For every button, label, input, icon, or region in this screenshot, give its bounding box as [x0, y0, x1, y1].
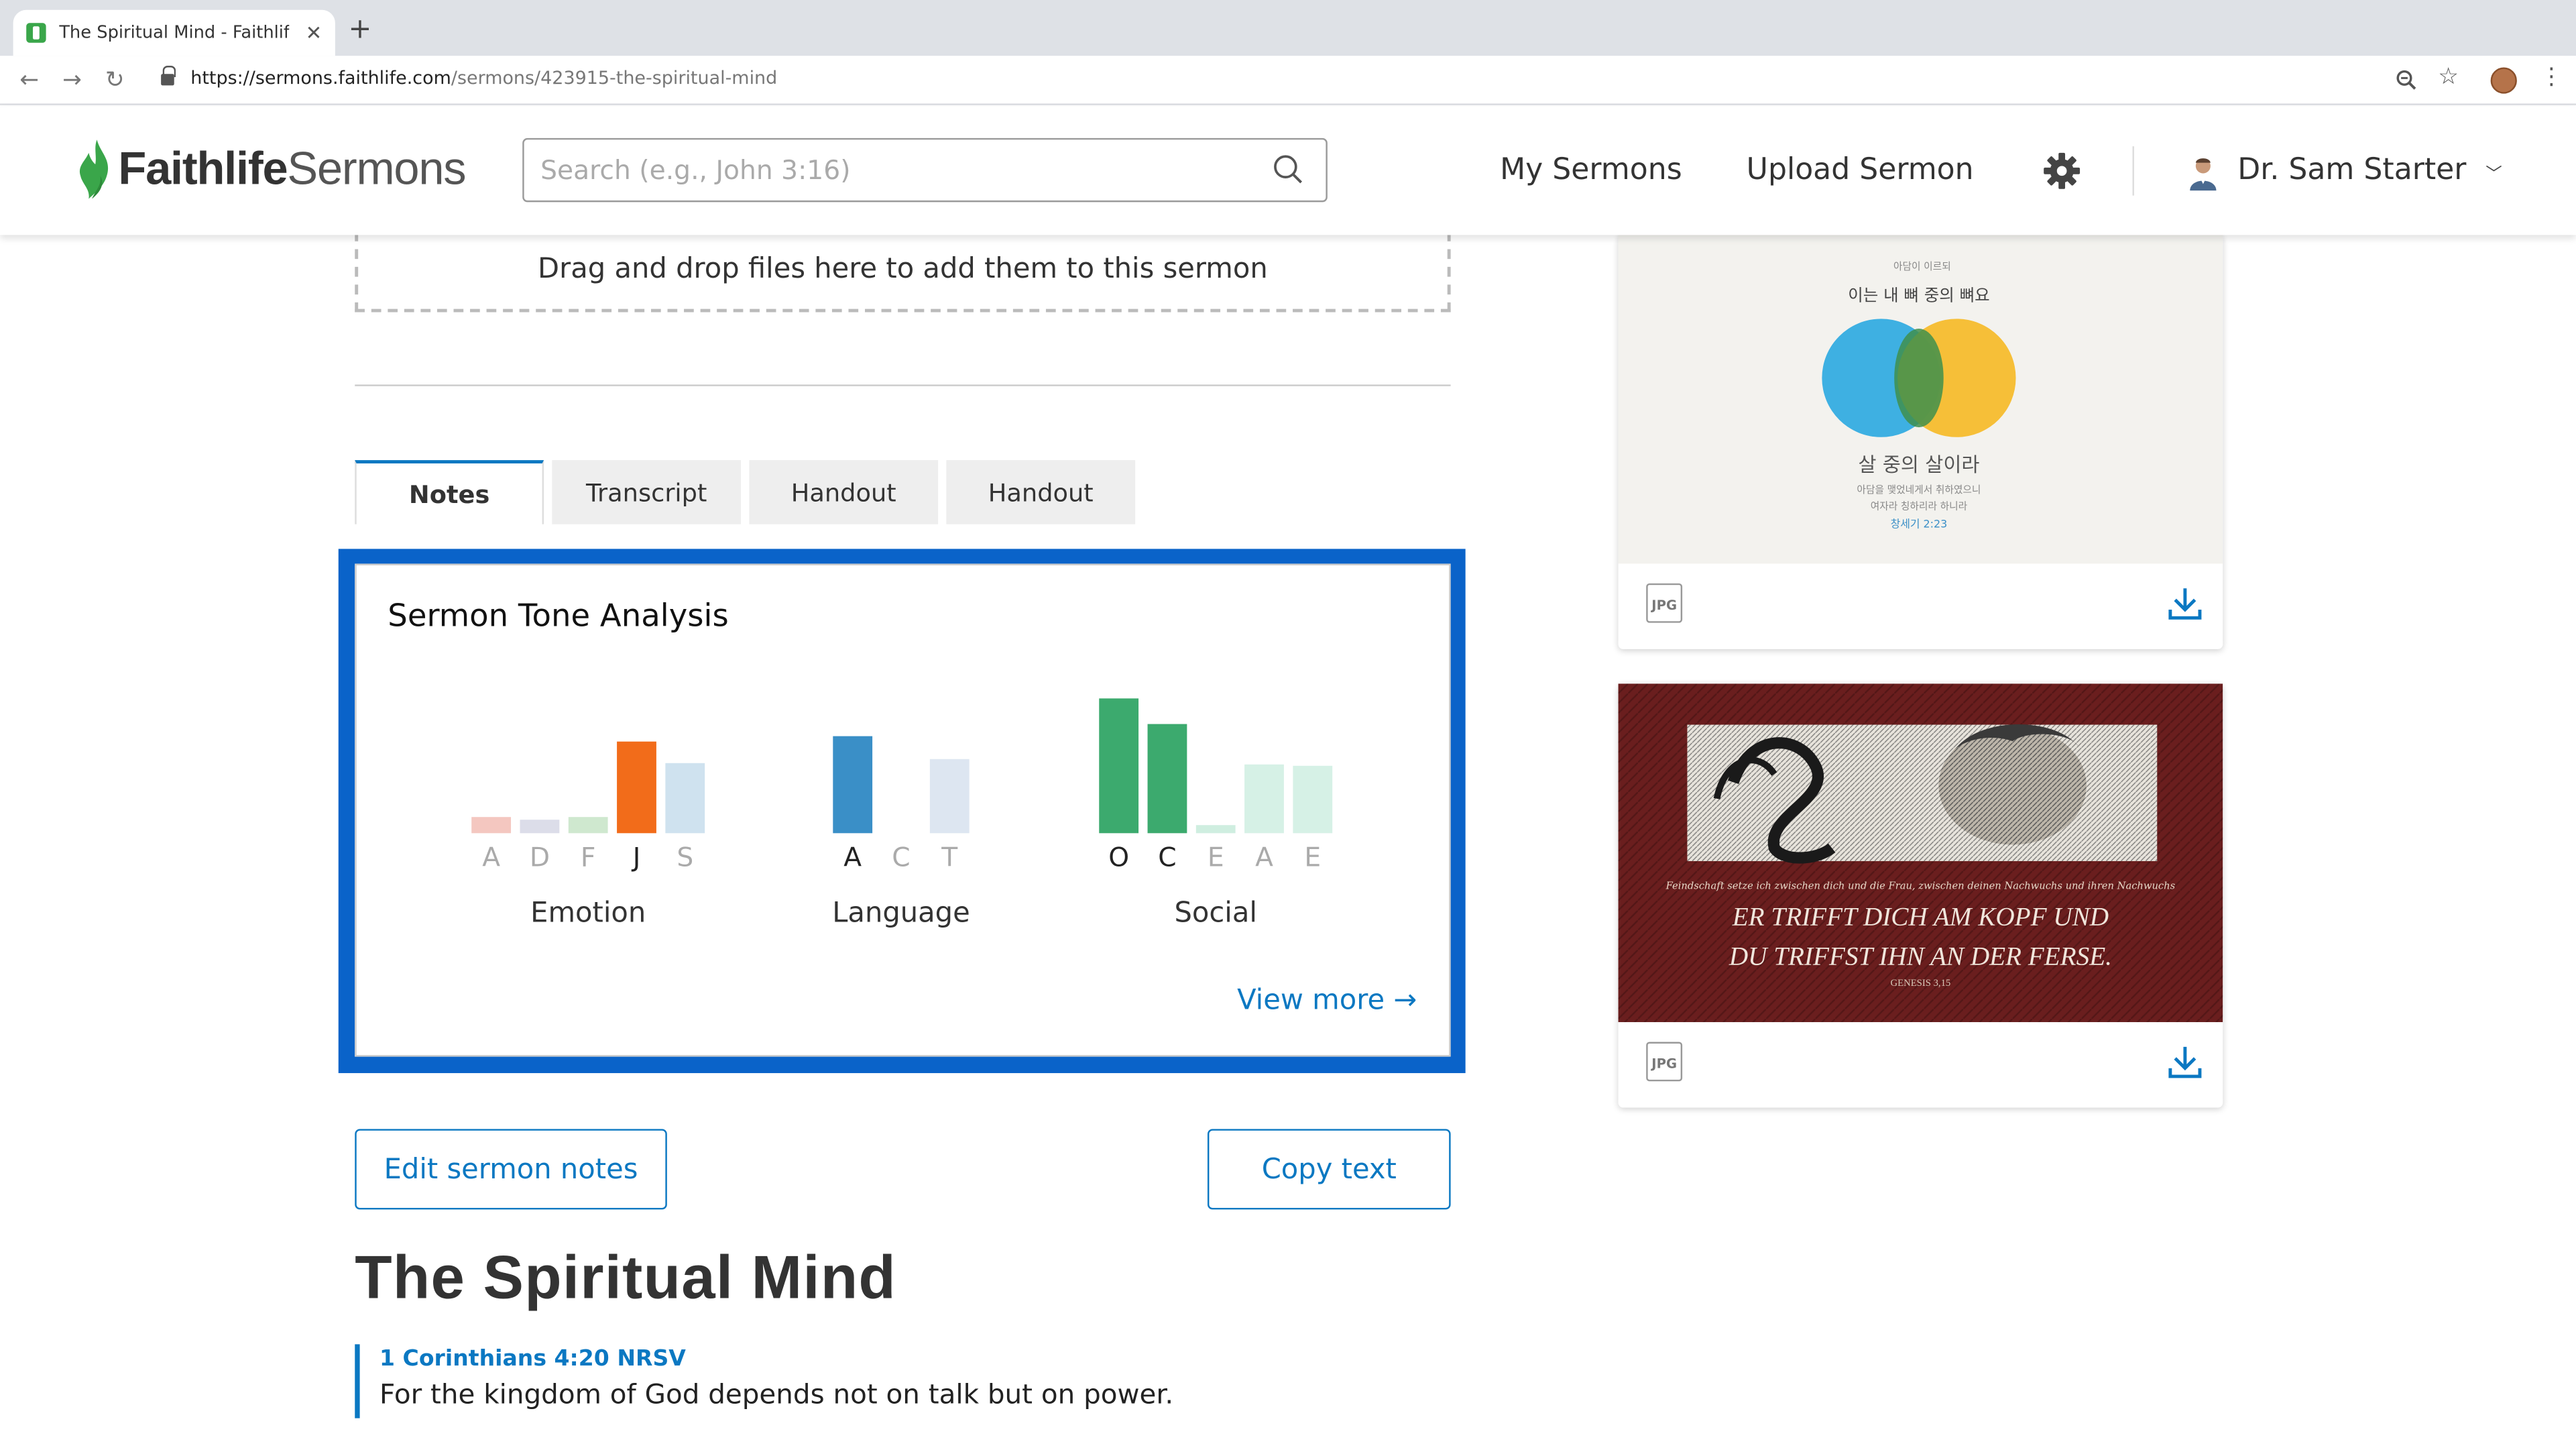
browser-tab-title: The Spiritual Mind - Faithlife Sermons: [59, 23, 290, 43]
chevron-down-icon[interactable]: ﹀: [2485, 160, 2502, 184]
scripture-reference-link[interactable]: 1 Corinthians 4:20 NRSV: [379, 1344, 1173, 1374]
tone-tick-label: S: [677, 842, 693, 873]
artwork-text-line-2: DU TRIFFST IHN AN DER FERSE.: [1729, 942, 2112, 970]
search-box: [522, 137, 1328, 203]
scripture-text: For the kingdom of God depends not on ta…: [379, 1378, 1174, 1410]
search-input[interactable]: [540, 151, 1247, 188]
tone-tick-label: C: [1158, 842, 1176, 873]
view-more-link[interactable]: View more →: [1237, 985, 1417, 1017]
zoom-icon[interactable]: [2396, 69, 2417, 91]
tab-handout[interactable]: Handout: [749, 460, 939, 524]
media-asset-card: 아담이 이르되 이는 내 뼈 중의 뼈요 살 중의 살이라 아담을 맺었네게서 …: [1618, 233, 2223, 649]
url-field[interactable]: https://sermons.faithlife.com/sermons/42…: [190, 67, 777, 89]
tab-transcript[interactable]: Transcript: [552, 460, 742, 524]
tab-handout-2[interactable]: Handout: [946, 460, 1136, 524]
svg-text:아담을 맺었네게서 취하였으니: 아담을 맺었네게서 취하였으니: [1857, 484, 1981, 496]
logo-text-faithlife: Faithlife: [118, 143, 288, 194]
artwork-text-line-3: GENESIS 3,15: [1891, 978, 1951, 989]
browser-tab[interactable]: The Spiritual Mind - Faithlife Sermons ✕: [13, 9, 335, 56]
logo-text-sermons: Sermons: [287, 143, 466, 194]
forward-icon[interactable]: →: [62, 66, 82, 95]
asset-image-genesis-engraving[interactable]: Feindschaft setze ich zwischen dich und …: [1618, 683, 2223, 1023]
dropzone-text: Drag and drop files here to add them to …: [538, 253, 1268, 286]
tone-tick-label: E: [1304, 842, 1321, 873]
jpg-file-icon: JPG: [1646, 583, 1683, 623]
tone-bar-social-3: [1244, 764, 1284, 834]
faithlife-sermons-logo[interactable]: FaithlifeSermons: [76, 140, 467, 199]
sermon-tabs: Notes Transcript Handout Handout: [355, 460, 1143, 526]
artwork-text-line-1: 이는 내 뼈 중의 뼈요: [1848, 285, 1989, 304]
user-name[interactable]: Dr. Sam Starter: [2237, 153, 2466, 187]
tone-bar-emotion-4: [665, 763, 705, 834]
lock-icon: [161, 66, 176, 87]
svg-text:아담이 이르되: 아담이 이르되: [1893, 261, 1951, 272]
tone-bar-language-0: [833, 736, 873, 834]
tone-bar-language-2: [929, 759, 970, 834]
reload-icon[interactable]: ↻: [105, 66, 125, 95]
artwork-text-line-3: 창세기 2:23: [1891, 518, 1948, 531]
tone-bar-emotion-1: [520, 820, 560, 834]
asset-footer: JPG: [1619, 563, 2223, 649]
svg-text:Feindschaft setze ich zwischen: Feindschaft setze ich zwischen dich und …: [1665, 881, 2176, 892]
tone-bar-social-4: [1293, 765, 1333, 834]
tone-group-label: Emotion: [530, 896, 646, 929]
url-path: /sermons/423915-the-spiritual-mind: [451, 67, 778, 89]
tone-tick-label: A: [843, 842, 862, 873]
browser-menu-icon[interactable]: ⋮: [2540, 64, 2563, 91]
edit-sermon-notes-button[interactable]: Edit sermon notes: [355, 1129, 667, 1210]
tone-tick-label: A: [1255, 842, 1273, 873]
artwork-text-line-1: ER TRIFFT DICH AM KOPF UND: [1732, 903, 2109, 932]
asset-image-korean-artwork[interactable]: 아담이 이르되 이는 내 뼈 중의 뼈요 살 중의 살이라 아담을 맺었네게서 …: [1618, 233, 2223, 564]
download-icon[interactable]: [2167, 583, 2203, 623]
tone-analysis-card: Sermon Tone Analysis A D F J S Emotion A C T Lang…: [355, 563, 1451, 1057]
svg-text:여자라 칭하리라 하니라: 여자라 칭하리라 하니라: [1871, 501, 1968, 512]
tone-tick-label: D: [530, 842, 550, 873]
scripture-block: 1 Corinthians 4:20 NRSV For the kingdom …: [355, 1344, 1173, 1418]
header-divider: [2132, 146, 2134, 196]
bookmark-star-icon[interactable]: ☆: [2438, 64, 2459, 91]
tone-group-label: Social: [1174, 896, 1256, 929]
jpg-file-type: JPG: [1651, 597, 1678, 612]
copy-text-button[interactable]: Copy text: [1207, 1129, 1451, 1210]
back-icon[interactable]: ←: [19, 66, 39, 95]
tone-tick-label: C: [892, 842, 910, 873]
site-header: FaithlifeSermons My Sermons Upload Sermo…: [0, 107, 2576, 235]
tone-group-label: Language: [832, 896, 970, 929]
browser-tab-strip: The Spiritual Mind - Faithlife Sermons ✕…: [0, 0, 2576, 56]
tone-bar-social-1: [1147, 724, 1187, 834]
search-icon[interactable]: [1273, 154, 1303, 184]
tab-notes[interactable]: Notes: [355, 460, 544, 524]
jpg-file-icon: JPG: [1646, 1042, 1683, 1082]
tone-bar-emotion-3: [617, 741, 656, 834]
tone-bar-emotion-0: [471, 817, 512, 834]
tone-bar-social-2: [1195, 825, 1236, 834]
close-tab-icon[interactable]: ✕: [306, 21, 323, 44]
download-icon[interactable]: [2167, 1042, 2203, 1081]
my-sermons-link[interactable]: My Sermons: [1500, 153, 1682, 187]
new-tab-icon[interactable]: +: [348, 15, 371, 44]
tone-tick-label: O: [1108, 842, 1129, 873]
media-asset-card-2: Feindschaft setze ich zwischen dich und …: [1618, 683, 2223, 1108]
artwork-text-line-2: 살 중의 살이라: [1858, 453, 1979, 476]
browser-address-bar: ← → ↻ https://sermons.faithlife.com/serm…: [0, 56, 2576, 105]
sermon-title: The Spiritual Mind: [355, 1243, 897, 1312]
profile-avatar-icon[interactable]: [2490, 67, 2517, 94]
faithlife-favicon-icon: [26, 23, 46, 43]
tone-tick-label: T: [941, 842, 958, 873]
tone-tick-label: J: [631, 842, 641, 873]
tone-tick-label: E: [1208, 842, 1224, 873]
upload-sermon-link[interactable]: Upload Sermon: [1747, 153, 1974, 187]
tone-bar-emotion-2: [568, 817, 608, 834]
tone-tick-label: A: [482, 842, 500, 873]
url-domain: https://sermons.faithlife.com: [190, 67, 451, 89]
jpg-file-type: JPG: [1651, 1056, 1678, 1071]
faithlife-flame-icon: [79, 140, 109, 199]
settings-gear-icon[interactable]: [2042, 151, 2082, 190]
section-divider: [355, 384, 1451, 386]
tone-bar-social-0: [1099, 698, 1139, 834]
user-avatar-icon[interactable]: [2185, 154, 2221, 191]
asset-footer: JPG: [1619, 1022, 2223, 1107]
tone-tick-label: F: [581, 842, 596, 873]
